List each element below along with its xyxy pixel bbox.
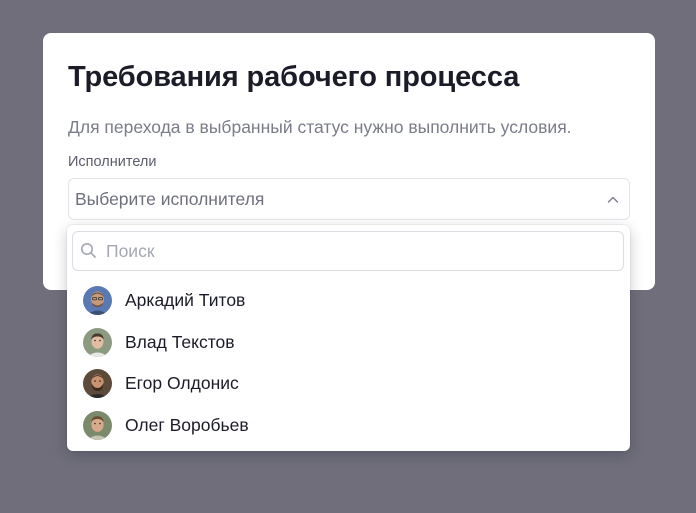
assignee-option[interactable]: Олег Воробьев bbox=[67, 405, 630, 447]
assignee-option[interactable]: Аркадий Титов bbox=[67, 280, 630, 322]
assignee-option[interactable]: Влад Текстов bbox=[67, 322, 630, 364]
assignee-options-list: Аркадий Титов Влад Текстов Егор Олдонис … bbox=[67, 280, 630, 446]
chevron-up-icon bbox=[607, 196, 619, 203]
search-icon bbox=[81, 243, 96, 258]
search-field[interactable] bbox=[72, 231, 624, 271]
avatar bbox=[83, 369, 112, 398]
assignee-field-label: Исполнители bbox=[68, 154, 157, 170]
search-input[interactable] bbox=[106, 232, 616, 270]
modal-title: Требования рабочего процесса bbox=[68, 61, 520, 93]
avatar bbox=[83, 286, 112, 315]
assignee-dropdown: Аркадий Титов Влад Текстов bbox=[67, 225, 630, 451]
assignee-select-placeholder: Выберите исполнителя bbox=[75, 189, 265, 209]
modal-description: Для перехода в выбранный статус нужно вы… bbox=[68, 117, 572, 137]
assignee-name: Олег Воробьев bbox=[125, 414, 249, 435]
assignee-select[interactable]: Выберите исполнителя bbox=[68, 178, 630, 220]
assignee-name: Аркадий Титов bbox=[125, 290, 246, 310]
assignee-name: Егор Олдонис bbox=[125, 373, 239, 393]
avatar bbox=[83, 410, 112, 440]
assignee-name: Влад Текстов bbox=[125, 331, 235, 352]
avatar bbox=[83, 327, 112, 357]
assignee-option[interactable]: Егор Олдонис bbox=[67, 363, 630, 405]
